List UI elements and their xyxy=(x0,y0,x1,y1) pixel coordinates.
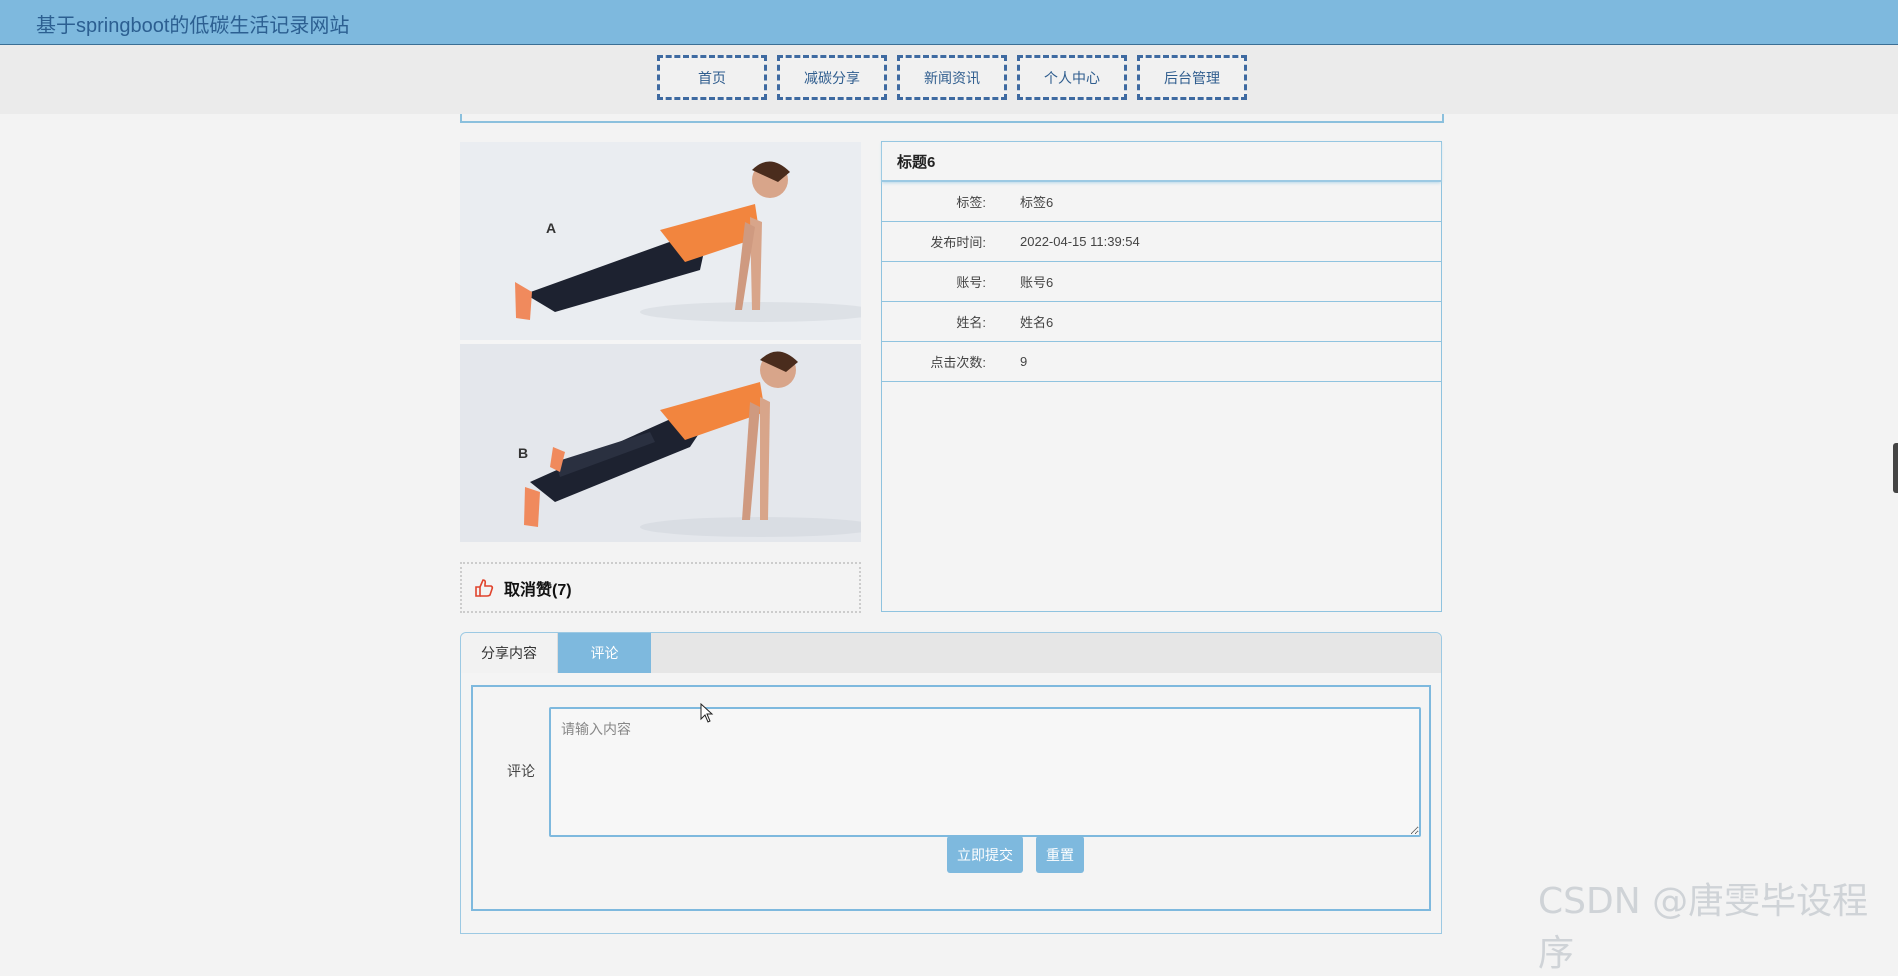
nav-item-news[interactable]: 新闻资讯 xyxy=(897,55,1007,100)
nav-menu: 首页 减碳分享 新闻资讯 个人中心 后台管理 xyxy=(657,55,1247,100)
scrolled-panel-edge xyxy=(460,114,1444,123)
post-image: A B xyxy=(460,142,861,542)
tab-share-content[interactable]: 分享内容 xyxy=(461,633,558,673)
submit-button[interactable]: 立即提交 xyxy=(947,836,1023,873)
detail-row-account: 账号: 账号6 xyxy=(882,262,1441,302)
detail-value: 姓名6 xyxy=(1020,315,1054,330)
site-title: 基于springboot的低碳生活记录网站 xyxy=(36,15,350,37)
nav-item-profile[interactable]: 个人中心 xyxy=(1017,55,1127,100)
header-bar: 基于springboot的低碳生活记录网站 xyxy=(0,0,1898,45)
tab-bar: 分享内容 评论 xyxy=(461,633,1441,673)
detail-label: 发布时间: xyxy=(930,235,986,250)
detail-row-tag: 标签: 标签6 xyxy=(882,182,1441,222)
detail-label: 账号: xyxy=(956,275,986,290)
detail-label: 标签: xyxy=(956,195,986,210)
like-box[interactable]: 取消赞(7) xyxy=(460,562,861,613)
detail-label: 点击次数: xyxy=(930,355,986,370)
detail-row-clicks: 点击次数: 9 xyxy=(882,342,1441,382)
nav-bar: 首页 减碳分享 新闻资讯 个人中心 后台管理 xyxy=(0,45,1898,114)
nav-item-admin[interactable]: 后台管理 xyxy=(1137,55,1247,100)
image-label-a: A xyxy=(546,220,557,236)
thumbs-up-icon xyxy=(474,578,494,598)
unlike-label: 取消赞(7) xyxy=(504,581,572,599)
watermark: CSDN @唐雯毕设程序 xyxy=(1538,881,1869,974)
content-tabs-panel: 分享内容 评论 评论 立即提交 重置 xyxy=(460,632,1442,934)
nav-item-share[interactable]: 减碳分享 xyxy=(777,55,887,100)
details-panel: 标题6 标签: 标签6 发布时间: 2022-04-15 11:39:54 账号… xyxy=(881,141,1442,612)
nav-item-home[interactable]: 首页 xyxy=(657,55,767,100)
comment-form: 评论 立即提交 重置 xyxy=(471,685,1431,911)
detail-value: 9 xyxy=(1020,354,1028,369)
detail-value: 2022-04-15 11:39:54 xyxy=(1020,234,1140,249)
detail-value: 账号6 xyxy=(1020,275,1054,290)
detail-row-published: 发布时间: 2022-04-15 11:39:54 xyxy=(882,222,1441,262)
detail-row-name: 姓名: 姓名6 xyxy=(882,302,1441,342)
image-label-b: B xyxy=(518,445,529,461)
comment-label: 评论 xyxy=(507,763,535,779)
comment-input[interactable] xyxy=(549,707,1421,837)
tab-comments[interactable]: 评论 xyxy=(558,633,651,673)
post-title: 标题6 xyxy=(882,142,1441,182)
reset-button[interactable]: 重置 xyxy=(1036,836,1084,873)
detail-value: 标签6 xyxy=(1020,195,1054,210)
detail-label: 姓名: xyxy=(956,315,986,330)
mouse-cursor-icon xyxy=(700,702,714,728)
side-scroll-tab[interactable] xyxy=(1893,443,1898,493)
